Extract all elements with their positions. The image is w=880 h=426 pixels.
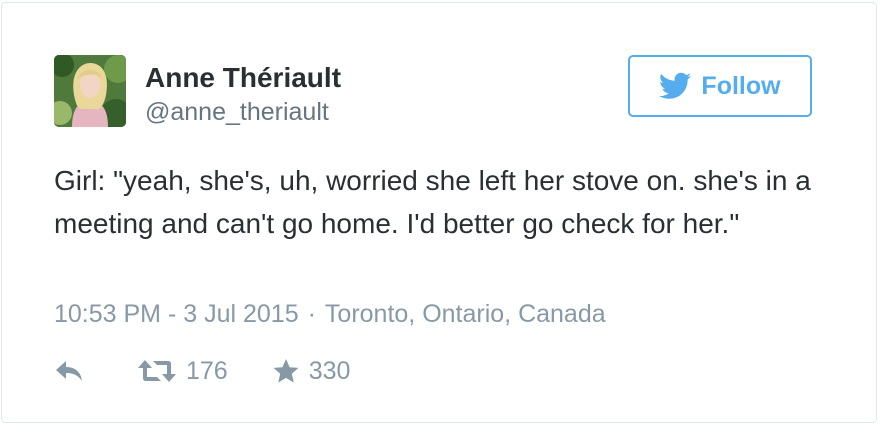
follow-button[interactable]: Follow — [628, 55, 812, 117]
retweet-count: 176 — [186, 356, 228, 385]
tweet-card: Anne Thériault @anne_theriault Follow Gi… — [1, 2, 877, 423]
tweet-text: Girl: "yeah, she's, uh, worried she left… — [54, 165, 811, 239]
tweet-location[interactable]: Toronto, Ontario, Canada — [325, 300, 606, 328]
tweet-meta: 10:53 PM - 3 Jul 2015 · Toronto, Ontario, … — [54, 297, 606, 331]
author-handle[interactable]: @anne_theriault — [145, 96, 329, 128]
reply-button[interactable] — [54, 359, 84, 383]
reply-icon — [54, 359, 84, 383]
favorite-button[interactable]: 330 — [272, 356, 351, 386]
meta-separator: · — [307, 300, 316, 328]
retweet-button[interactable]: 176 — [137, 357, 228, 386]
follow-label: Follow — [701, 71, 781, 100]
star-icon — [272, 358, 300, 384]
favorite-count: 330 — [308, 356, 351, 385]
tweet-timestamp[interactable]: 10:53 PM - 3 Jul 2015 — [54, 300, 299, 328]
retweet-icon — [137, 358, 177, 384]
avatar[interactable] — [54, 55, 126, 127]
twitter-bird-icon — [659, 72, 692, 100]
author-name[interactable]: Anne Thériault — [145, 61, 341, 95]
avatar-image — [54, 55, 126, 127]
tweet-actions: 176 330 — [54, 349, 350, 393]
